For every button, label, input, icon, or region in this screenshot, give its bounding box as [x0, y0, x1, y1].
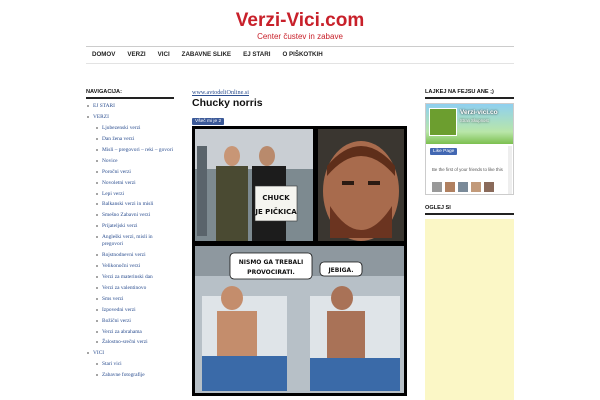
sidebar-link[interactable]: Poročni verzi [86, 169, 174, 176]
nav-item-zabavne-slike[interactable]: ZABAVNE SLIKE [176, 48, 237, 62]
source-link[interactable]: www.avtodeliOnline.si [192, 89, 412, 96]
site-title[interactable]: Verzi-Vici.com [0, 10, 600, 32]
sidebar-link[interactable]: Božični verzi [86, 318, 174, 325]
nav-divider-bottom [86, 63, 514, 64]
sidebar-link[interactable]: Verzi za abrahama [86, 329, 174, 336]
facebook-page-category: Stran Skupnost [460, 118, 489, 123]
meme-panel-top-left: CHUCK JE PIČKICA [195, 129, 313, 241]
sidebar-link[interactable]: Lepi verzi [86, 191, 174, 198]
sidebar-link[interactable]: Izpovedni verzi [86, 307, 174, 314]
sidebar-link[interactable]: Misli – pregovori – reki – govori [86, 147, 174, 154]
sidebar-category[interactable]: VICI [86, 350, 174, 357]
sidebar-category[interactable]: VERZI [86, 114, 174, 121]
sidebar-nav-title: NAVIGACIJA: [86, 89, 174, 99]
meme-bubble-left-line1: NISMO GA TREBALI [239, 259, 303, 266]
nav-item-vici[interactable]: VICI [152, 48, 176, 62]
facebook-like-page-button[interactable]: Like Page [430, 148, 458, 155]
sidebar-link[interactable]: Verzi za valentinovo [86, 285, 174, 292]
friend-avatar[interactable] [432, 182, 442, 192]
facebook-cover: Verzi-vici.co Stran Skupnost [426, 104, 513, 144]
facebook-like-button[interactable]: Všeč mi je 2 [192, 118, 225, 125]
meme-sign-line1: CHUCK [262, 194, 290, 202]
facebook-friends-text: Be the first of your friends to like thi… [432, 167, 503, 172]
facebook-widget-title: LAJKEJ NA FEJSU ANE ;) [425, 89, 514, 99]
main-content: www.avtodeliOnline.si Chucky norris Všeč… [192, 89, 412, 396]
meme-panel-top-right [318, 129, 404, 241]
sidebar-category[interactable]: EJ STARI [86, 103, 174, 110]
meme-sign-line2: JE PIČKICA [254, 207, 297, 216]
sidebar-link[interactable]: Verzi za materinski dan [86, 274, 174, 281]
ad-widget-title: OGLEJ SI [425, 205, 514, 215]
sidebar-link[interactable]: Novoletni verzi [86, 180, 174, 187]
facebook-page-avatar[interactable] [429, 108, 457, 136]
sidebar-nav-list: EJ STARI VERZI Ljubezenski verzi Dan žena v… [86, 103, 174, 379]
sidebar-right: LAJKEJ NA FEJSU ANE ;) Verzi-vici.co Str… [425, 89, 514, 400]
nav-item-domov[interactable]: DOMOV [86, 48, 121, 62]
meme-image: CHUCK JE PIČKICA NISMO GA TREBALI PROVOC… [192, 126, 407, 396]
post-title[interactable]: Chucky norris [192, 97, 412, 109]
sidebar-link[interactable]: Balkanski verzi in misli [86, 201, 174, 208]
meme-panel-bottom: NISMO GA TREBALI PROVOCIRATI. JEBIGA. [195, 246, 404, 393]
site-tagline: Center čustev in zabave [257, 32, 343, 41]
ad-placeholder [425, 219, 514, 400]
facebook-page-name[interactable]: Verzi-vici.co [460, 109, 498, 116]
sidebar-link[interactable]: Stari vici [86, 361, 174, 368]
sidebar-link[interactable]: Prijateljski verzi [86, 223, 174, 230]
friend-avatar[interactable] [484, 182, 494, 192]
nav-item-o-piskotkih[interactable]: O PIŠKOTKIH [276, 48, 328, 62]
nav-divider-top [86, 46, 514, 47]
sidebar-link[interactable]: Dan žena verzi [86, 136, 174, 143]
sidebar-navigation: NAVIGACIJA: EJ STARI VERZI Ljubezenski ver… [86, 89, 174, 383]
sidebar-link[interactable]: Novice [86, 158, 174, 165]
sidebar-link[interactable]: Rojstnodnevni verzi [86, 252, 174, 259]
facebook-page-widget[interactable]: Verzi-vici.co Stran Skupnost Like Page B… [425, 103, 514, 195]
meme-bubble-left-line2: PROVOCIRATI. [247, 269, 295, 276]
sidebar-link[interactable]: Žalostno-srečni verzi [86, 339, 174, 346]
main-nav: DOMOV VERZI VICI ZABAVNE SLIKE EJ STARI … [86, 48, 514, 62]
sidebar-link[interactable]: Ljubezenski verzi [86, 125, 174, 132]
nav-item-ej-stari[interactable]: EJ STARI [237, 48, 276, 62]
sidebar-link[interactable]: Angleški verzi, misli in pregovori [86, 234, 174, 248]
friend-avatar[interactable] [445, 182, 455, 192]
sidebar-link[interactable]: Smešno Zabavni verzi [86, 212, 174, 219]
facebook-widget-scrollbar[interactable] [508, 146, 512, 194]
friend-avatar[interactable] [471, 182, 481, 192]
sidebar-link[interactable]: Sms verzi [86, 296, 174, 303]
friend-avatar[interactable] [458, 182, 468, 192]
nav-item-verzi[interactable]: VERZI [121, 48, 151, 62]
facebook-faces [432, 182, 494, 192]
meme-bubble-right: JEBIGA. [327, 267, 353, 274]
sidebar-link[interactable]: Velikonočni verzi [86, 263, 174, 270]
sidebar-link[interactable]: Zabavne fotografije [86, 372, 174, 379]
